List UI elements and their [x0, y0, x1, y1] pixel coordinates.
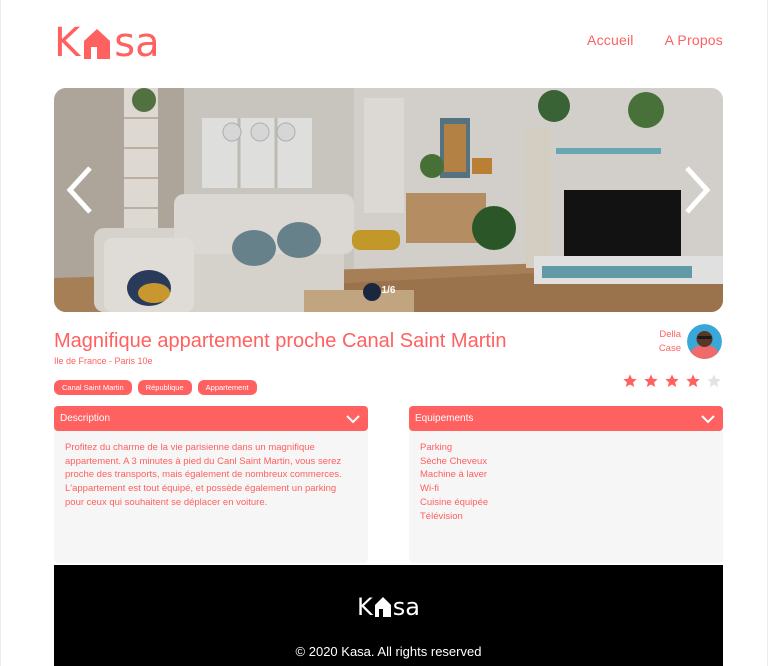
- equipements-title: Equipements: [415, 413, 474, 424]
- star-icon: [623, 374, 637, 387]
- host-name: Della Case: [649, 328, 681, 356]
- description-title: Description: [60, 413, 111, 424]
- footer-logo-letter-k: K: [357, 593, 373, 621]
- footer-logo-letters-sa: sa: [392, 593, 420, 621]
- description-body: Profitez du charme de la vie parisienne …: [54, 427, 368, 563]
- star-icon: [686, 374, 700, 387]
- nav-link-accueil[interactable]: Accueil: [587, 32, 634, 48]
- nav-link-a-propos[interactable]: A Propos: [665, 32, 723, 48]
- host-info: Della Case: [649, 324, 722, 359]
- footer: K sa © 2020 Kasa. All rights reserved: [54, 565, 723, 666]
- list-item: Cuisine équipée: [420, 496, 489, 508]
- tag-badge: Appartement: [197, 380, 257, 395]
- description-toggle[interactable]: Description: [54, 406, 368, 431]
- list-item: Télévision: [420, 510, 463, 522]
- kasa-logo[interactable]: K sa: [54, 20, 160, 66]
- chevron-left-icon[interactable]: [62, 162, 102, 218]
- equipements-toggle[interactable]: Equipements: [409, 406, 723, 431]
- host-avatar: [687, 324, 722, 359]
- footer-logo: K sa: [54, 595, 723, 619]
- list-item: Machine à laver: [420, 469, 488, 481]
- description-collapse: Description Profitez du charme de la vie…: [54, 406, 368, 563]
- apartment-photo: [54, 88, 723, 312]
- logo-letters-sa: sa: [114, 20, 160, 66]
- slide-counter: 1/6: [381, 285, 396, 296]
- main-nav: Accueil A Propos: [587, 32, 723, 48]
- tag-badge: République: [137, 380, 192, 395]
- copyright-text: © 2020 Kasa. All rights reserved: [295, 644, 482, 659]
- chevron-down-icon[interactable]: [346, 414, 360, 424]
- logo-letter-k: K: [54, 20, 81, 66]
- tag-badge: Canal Saint Martin: [54, 380, 132, 395]
- tag-list: Canal Saint Martin République Appartemen…: [54, 380, 257, 395]
- star-icon: [707, 374, 721, 387]
- list-item: Parking: [420, 442, 453, 453]
- house-icon: [374, 597, 391, 617]
- chevron-right-icon[interactable]: [675, 162, 715, 218]
- rating-stars: [622, 373, 722, 389]
- equipements-body: Parking Sèche Cheveux Machine à laver Wi…: [409, 427, 723, 563]
- header: K sa Accueil A Propos: [54, 20, 723, 66]
- star-icon: [665, 374, 679, 387]
- listing-title: Magnifique appartement proche Canal Sain…: [54, 330, 507, 352]
- list-item: Wi-fi: [420, 483, 439, 495]
- equipements-list: Parking Sèche Cheveux Machine à laver Wi…: [420, 441, 712, 523]
- equipements-collapse: Equipements Parking Sèche Cheveux Machin…: [409, 406, 723, 563]
- list-item: Sèche Cheveux: [420, 455, 488, 467]
- host-last-name: Case: [658, 342, 681, 354]
- chevron-down-icon[interactable]: [701, 414, 715, 424]
- star-icon: [644, 374, 658, 387]
- image-carousel: 1/6: [54, 88, 723, 312]
- description-text: Profitez du charme de la vie parisienne …: [65, 442, 342, 508]
- host-first-name: Della: [659, 328, 681, 340]
- listing-location: Ile de France - Paris 10e: [54, 356, 153, 366]
- house-icon: [84, 29, 111, 59]
